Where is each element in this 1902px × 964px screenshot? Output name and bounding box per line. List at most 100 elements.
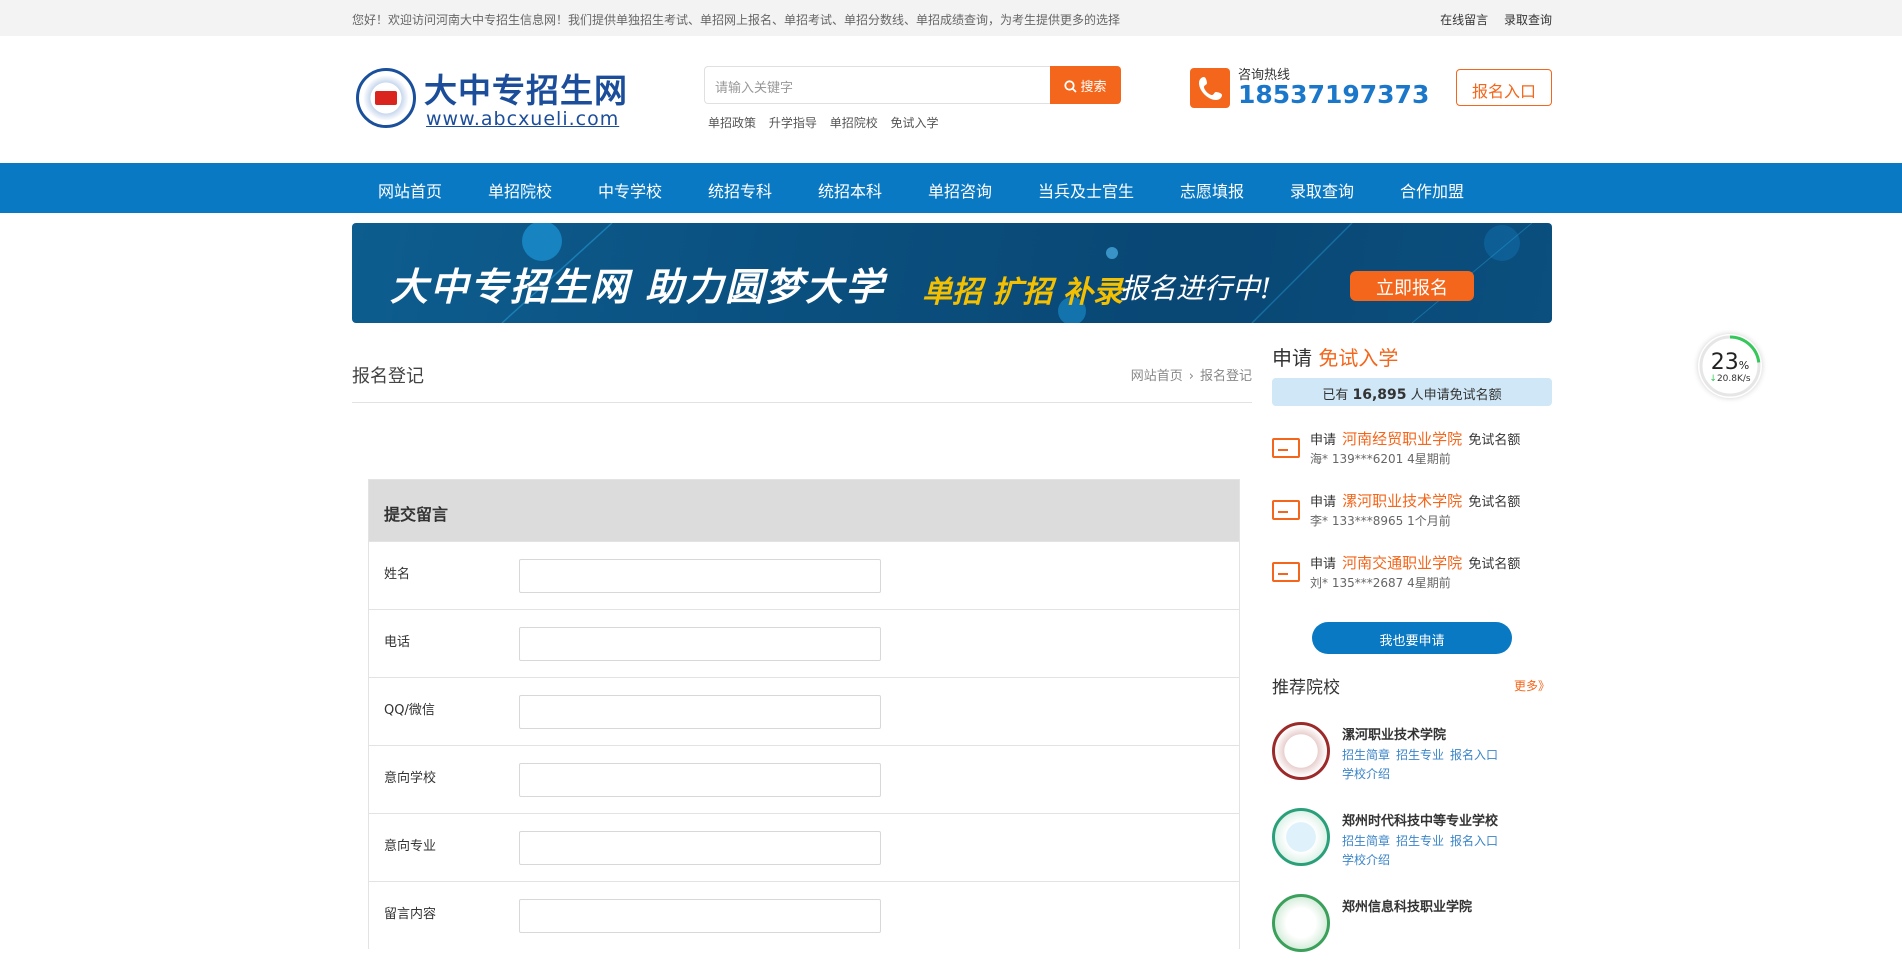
ticket-icon: [1272, 438, 1300, 458]
school-links: 招生简章 招生专业 报名入口学校介绍: [1342, 832, 1512, 870]
apply-button[interactable]: 我也要申请: [1312, 622, 1512, 654]
nav-item-single-recruit-colleges[interactable]: 单招院校: [488, 178, 552, 202]
speed-percent: 23%: [1698, 350, 1762, 375]
header: 大中专招生网 www.abcxueli.com 请输入关键字 搜索 单招政策 升…: [352, 36, 1552, 163]
intended-major-label: 意向专业: [384, 839, 437, 854]
school-name[interactable]: 郑州时代科技中等专业学校: [1342, 810, 1498, 829]
apply-post: 免试名额: [1468, 495, 1521, 510]
school-logo-icon[interactable]: [1272, 808, 1330, 866]
top-link-message[interactable]: 在线留言: [1440, 13, 1488, 27]
banner-highlight: 单招 扩招 补录: [922, 275, 1123, 310]
form-row-name: 姓名: [369, 541, 1239, 609]
message-label: 留言内容: [384, 907, 437, 922]
logo-seal-icon: [356, 68, 416, 128]
nav-item-admission-query[interactable]: 录取查询: [1290, 178, 1354, 202]
school-link-brochure[interactable]: 招生简章: [1342, 748, 1390, 762]
school-link-majors[interactable]: 招生专业: [1396, 834, 1444, 848]
hot-keyword[interactable]: 单招院校: [830, 116, 878, 130]
promo-banner[interactable]: 大中专招生网 助力圆梦大学 单招 扩招 补录 报名进行中! 立即报名: [352, 223, 1552, 323]
count-prefix: 已有: [1322, 388, 1349, 403]
nav-item-consulting[interactable]: 单招咨询: [928, 178, 992, 202]
hot-keyword[interactable]: 单招政策: [708, 116, 756, 130]
hot-keywords: 单招政策 升学指导 单招院校 免试入学: [708, 114, 948, 131]
intended-school-label: 意向学校: [384, 771, 437, 786]
intended-school-field[interactable]: [519, 763, 881, 797]
school-logo-icon[interactable]: [1272, 894, 1330, 952]
logo-url: www.abcxueli.com: [426, 108, 620, 130]
register-entry-button[interactable]: 报名入口: [1456, 69, 1552, 106]
phone-field[interactable]: [519, 627, 881, 661]
hot-keyword[interactable]: 升学指导: [769, 116, 817, 130]
banner-headline: 大中专招生网 助力圆梦大学: [390, 264, 886, 309]
logo-title: 大中专招生网: [424, 71, 628, 110]
nav-item-secondary-schools[interactable]: 中专学校: [598, 178, 662, 202]
application-item: 申请 河南交通职业学院 免试名额 刘* 135***2687 4星期前: [1272, 552, 1552, 602]
apply-school[interactable]: 漯河职业技术学院: [1342, 492, 1462, 510]
nav-item-junior-college[interactable]: 统招专科: [708, 178, 772, 202]
speed-rate-value: 20.8K/s: [1716, 374, 1751, 384]
network-speed-widget[interactable]: 23% ↓20.8K/s: [1698, 334, 1762, 398]
form-row-major: 意向专业: [369, 813, 1239, 881]
apply-school[interactable]: 河南交通职业学院: [1342, 554, 1462, 572]
hot-keyword[interactable]: 免试入学: [891, 116, 939, 130]
arrow-down-icon: ↓: [1709, 374, 1717, 384]
hotline-number[interactable]: 18537197373: [1238, 80, 1429, 109]
divider: [352, 402, 1252, 403]
top-link-admission-query[interactable]: 录取查询: [1504, 13, 1552, 27]
school-link-intro[interactable]: 学校介绍: [1342, 853, 1390, 867]
count-value: 16,895: [1352, 387, 1407, 403]
ticket-icon: [1272, 500, 1300, 520]
page-title: 报名登记: [352, 366, 424, 387]
top-links: 在线留言 录取查询: [1428, 11, 1552, 28]
apply-post: 免试名额: [1468, 433, 1521, 448]
school-links: 招生简章 招生专业 报名入口学校介绍: [1342, 746, 1512, 784]
breadcrumb-home[interactable]: 网站首页: [1131, 369, 1183, 384]
school-link-register[interactable]: 报名入口: [1450, 834, 1498, 848]
speed-rate: ↓20.8K/s: [1698, 374, 1762, 384]
message-form: 提交留言 姓名 电话 QQ/微信 意向学校 意向专业 留言内容: [368, 479, 1240, 949]
nav-item-partnership[interactable]: 合作加盟: [1400, 178, 1464, 202]
form-title: 提交留言: [369, 480, 1239, 541]
school-link-majors[interactable]: 招生专业: [1396, 748, 1444, 762]
more-link[interactable]: 更多》: [1514, 677, 1550, 694]
nav-item-undergraduate[interactable]: 统招本科: [818, 178, 882, 202]
school-logo-icon[interactable]: [1272, 722, 1330, 780]
nav-item-home[interactable]: 网站首页: [378, 178, 442, 202]
phone-label: 电话: [384, 635, 411, 650]
message-field[interactable]: [519, 899, 881, 933]
speed-percent-value: 23: [1710, 350, 1739, 375]
name-label: 姓名: [384, 567, 411, 582]
school-link-register[interactable]: 报名入口: [1450, 748, 1498, 762]
search-icon: [1064, 80, 1078, 93]
banner-status: 报名进行中!: [1120, 272, 1272, 305]
apply-pre: 申请: [1310, 557, 1337, 572]
nav-item-application[interactable]: 志愿填报: [1180, 178, 1244, 202]
search-input[interactable]: 请输入关键字: [704, 66, 1050, 104]
school-link-intro[interactable]: 学校介绍: [1342, 767, 1390, 781]
search-button[interactable]: 搜索: [1050, 66, 1121, 104]
main-nav: 网站首页 单招院校 中专学校 统招专科 统招本科 单招咨询 当兵及士官生 志愿填…: [0, 163, 1902, 213]
intended-major-field[interactable]: [519, 831, 881, 865]
qq-wechat-field[interactable]: [519, 695, 881, 729]
site-logo[interactable]: 大中专招生网 www.abcxueli.com: [354, 66, 627, 136]
school-link-brochure[interactable]: 招生简章: [1342, 834, 1390, 848]
form-row-school: 意向学校: [369, 745, 1239, 813]
recommended-title: 推荐院校: [1272, 678, 1340, 698]
apply-school[interactable]: 河南经贸职业学院: [1342, 430, 1462, 448]
welcome-text: 您好！欢迎访问河南大中专招生信息网！我们提供单独招生考试、单招网上报名、单招考试…: [352, 13, 1121, 27]
school-name[interactable]: 漯河职业技术学院: [1342, 724, 1446, 743]
count-suffix: 人申请免试名额: [1410, 388, 1502, 403]
application-item: 申请 河南经贸职业学院 免试名额 海* 139***6201 4星期前: [1272, 428, 1552, 478]
phone-icon: [1190, 68, 1230, 108]
school-card: 郑州信息科技职业学院: [1272, 894, 1552, 964]
breadcrumb: 网站首页 › 报名登记: [1131, 365, 1252, 384]
breadcrumb-current: 报名登记: [1199, 369, 1252, 384]
nav-item-military[interactable]: 当兵及士官生: [1038, 178, 1134, 202]
name-field[interactable]: [519, 559, 881, 593]
school-name[interactable]: 郑州信息科技职业学院: [1342, 896, 1472, 915]
apply-meta: 刘* 135***2687 4星期前: [1310, 576, 1451, 590]
form-row-message: 留言内容: [369, 881, 1239, 949]
banner-register-button[interactable]: 立即报名: [1350, 271, 1474, 301]
sidebar-heading-a: 申请: [1272, 346, 1312, 370]
top-bar: 您好！欢迎访问河南大中专招生信息网！我们提供单独招生考试、单招网上报名、单招考试…: [0, 0, 1902, 36]
